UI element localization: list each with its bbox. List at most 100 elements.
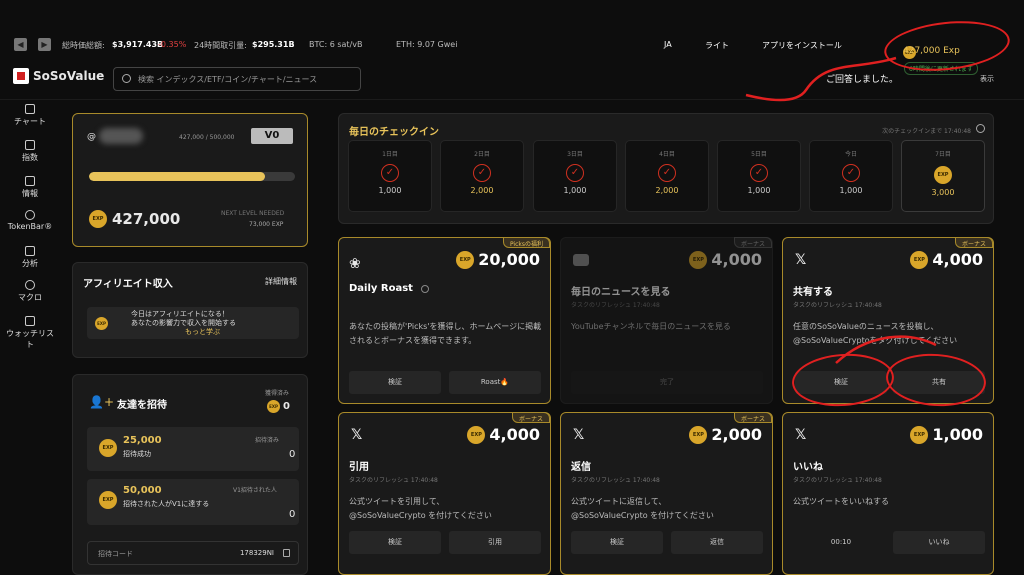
exp-coin-icon: EXP <box>910 250 929 269</box>
task-badge: Picksの福利 <box>502 237 550 248</box>
sidebar-item-analysis[interactable]: 分析 <box>0 246 60 269</box>
task-refresh: タスクのリフレッシュ 17:40:48 <box>349 477 438 484</box>
macro-icon <box>25 280 35 290</box>
task-reward-value: 4,000 <box>932 250 983 269</box>
profile-progress-text: 427,000 / 500,000 <box>179 134 235 141</box>
affiliate-banner[interactable]: EXP 今日はアフィリエイトになる！ あなたの影響力で収入を開始する もっと学ぶ <box>87 307 299 339</box>
x-logo-icon: 𝕏 <box>795 252 807 268</box>
task-title: いいね <box>793 462 823 473</box>
sidebar-item-watchlist[interactable]: ウォッチリスト <box>0 316 60 350</box>
sidebar-item-macro[interactable]: マクロ <box>0 280 60 303</box>
task-reward-value: 20,000 <box>478 250 540 269</box>
copy-icon[interactable] <box>283 549 290 557</box>
next-arrow-icon[interactable]: ▶ <box>38 38 51 51</box>
day-label: 4日目 <box>659 151 675 158</box>
invite-reward-row: EXP 25,000 招待成功 招待済み 0 <box>87 427 299 471</box>
eth-fee: ETH: 9.07 Gwei <box>396 40 458 49</box>
analysis-icon <box>25 246 35 256</box>
logo-cube-icon <box>13 68 29 84</box>
task-title: 共有する <box>793 287 833 298</box>
sidebar-item-chart[interactable]: チャート <box>0 104 60 127</box>
invite-code-field[interactable]: 招待コード 178329NI <box>87 541 299 565</box>
day-label: 今日 <box>844 151 857 158</box>
volume-value: $295.31B <box>252 40 295 49</box>
invite-earned: EXP 0 <box>267 400 290 413</box>
invite-count-label: V1招待された人 <box>233 487 277 494</box>
quote-button[interactable]: 引用 <box>449 531 541 554</box>
invite-reward-row: EXP 50,000 招待された人がV1に達する V1招待された人 0 <box>87 479 299 525</box>
task-reward: EXP 20,000 <box>456 250 540 269</box>
profile-card: @ 427,000 / 500,000 V0 EXP 427,000 NEXT L… <box>72 113 308 247</box>
verify-button[interactable]: 検証 <box>349 371 441 394</box>
task-refresh: タスクのリフレッシュ 17:40:48 <box>793 302 882 309</box>
task-title: 返信 <box>571 462 591 473</box>
verify-button[interactable]: 検証 <box>571 531 663 554</box>
prev-arrow-icon[interactable]: ◀ <box>14 38 27 51</box>
sidebar-label: 指数 <box>22 153 38 162</box>
check-icon: ✓ <box>842 164 860 182</box>
language-selector[interactable]: JA <box>664 40 672 49</box>
sidebar-label: ウォッチリスト <box>6 329 54 349</box>
exp-coin-icon: EXP <box>456 250 475 269</box>
check-icon: ✓ <box>566 164 584 182</box>
task-card-reply: ボーナス 𝕏 EXP 2,000 返信 タスクのリフレッシュ 17:40:48 公… <box>560 412 773 575</box>
task-refresh: タスクのリフレッシュ 17:40:48 <box>571 477 660 484</box>
invite-reward-label: 招待された人がV1に達する <box>123 500 210 508</box>
invite-reward-amount: 50,000 <box>123 485 162 496</box>
exp-coin-icon: EXP <box>689 250 708 269</box>
info-icon[interactable] <box>976 124 985 133</box>
theme-toggle[interactable]: ライト <box>705 40 729 51</box>
invite-reward-amount: 25,000 <box>123 435 162 446</box>
verify-button[interactable]: 検証 <box>349 531 441 554</box>
annotation-arrow <box>835 335 937 364</box>
level-progress-fill <box>89 172 265 181</box>
task-title: Daily Roast <box>349 283 413 294</box>
info-icon[interactable] <box>421 285 429 293</box>
info-icon <box>25 176 35 186</box>
profile-exp-value: 427,000 <box>112 210 181 228</box>
checkin-day: 4日目 ✓ 2,000 <box>625 140 709 212</box>
checkin-day: 3日目 ✓ 1,000 <box>533 140 617 212</box>
day-value: 2,000 <box>470 186 494 195</box>
task-reward: EXP 1,000 <box>910 425 983 444</box>
search-input[interactable]: 検索 インデックス/ETF/コイン/チャート/ニュース <box>113 67 361 91</box>
exp-coin-icon: EXP <box>99 439 117 457</box>
sidebar-label: 情報 <box>22 189 38 198</box>
day-value: 3,000 <box>931 187 955 197</box>
task-reward: EXP 4,000 <box>910 250 983 269</box>
sidebar-item-index[interactable]: 指数 <box>0 140 60 163</box>
volume-label: 24時間取引量: <box>194 41 247 50</box>
like-timer: 00:10 <box>830 538 852 546</box>
day-value: 2,000 <box>655 186 679 195</box>
like-button[interactable]: いいね <box>893 531 985 554</box>
logo[interactable]: SoSoValue <box>13 68 104 84</box>
picks-icon: ❀ <box>349 256 361 272</box>
annotation-arrow <box>745 56 897 102</box>
task-desc: 公式ツイートを引用して、@SoSoValueCrypto を付けてください <box>349 497 492 520</box>
reply-button[interactable]: 返信 <box>671 531 763 554</box>
search-icon <box>122 74 131 83</box>
affiliate-learn-more[interactable]: もっと学ぶ <box>185 327 220 337</box>
exp-coin-icon: EXP <box>267 400 280 413</box>
sidebar-label: マクロ <box>18 293 42 302</box>
display-button[interactable]: 表示 <box>980 74 994 84</box>
chart-icon <box>25 104 35 114</box>
sidebar-item-info[interactable]: 情報 <box>0 176 60 199</box>
day-label: 3日目 <box>567 151 583 158</box>
task-title: 毎日のニュースを見る <box>571 287 671 298</box>
sidebar-label: チャート <box>14 117 46 126</box>
completed-button: 完了 <box>571 371 763 394</box>
invite-reward-label: 招待成功 <box>123 450 151 458</box>
task-reward-value: 4,000 <box>711 250 762 269</box>
level-badge: V0 <box>251 128 293 144</box>
sidebar-item-tokenbar[interactable]: TokenBar® <box>0 210 60 231</box>
day-label: 7日目 <box>935 151 951 158</box>
roast-button[interactable]: Roast🔥 <box>449 371 541 394</box>
day-label: 1日目 <box>382 151 398 158</box>
invite-card: 👤+ 友達を招待 獲得済み EXP 0 EXP 25,000 招待成功 招待済み … <box>72 374 308 575</box>
invite-title: 友達を招待 <box>117 400 167 411</box>
sidebar-label: TokenBar® <box>7 222 53 231</box>
index-icon <box>25 140 35 150</box>
day-value: 1,000 <box>839 186 863 195</box>
affiliate-details-link[interactable]: 詳細情報 <box>265 276 297 287</box>
